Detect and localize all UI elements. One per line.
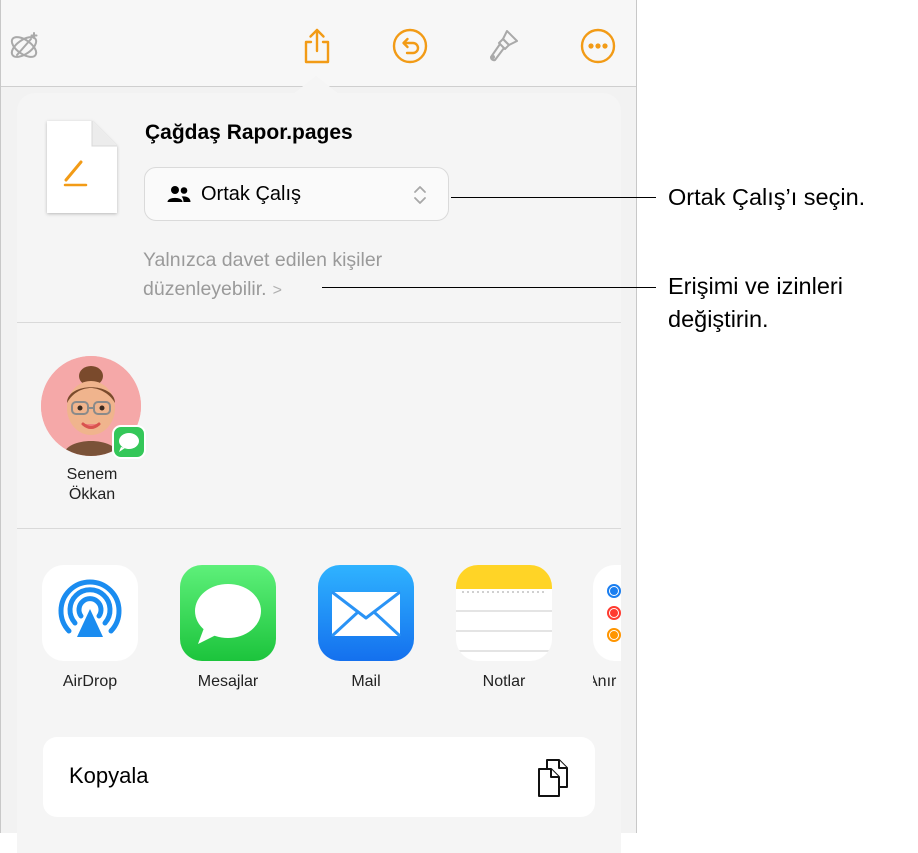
copy-button[interactable]: Kopyala	[43, 737, 595, 817]
contact-name: Senem Ökkan	[40, 465, 144, 505]
popover-arrow	[293, 76, 339, 94]
airdrop-icon	[42, 565, 138, 661]
share-icon[interactable]	[298, 27, 336, 65]
app-reminders[interactable]: Anır	[593, 565, 621, 691]
access-text-line2-wrap: düzenleyebilir. >	[143, 275, 382, 305]
access-text-line1: Yalnızca davet edilen kişiler	[143, 249, 383, 271]
paintbrush-icon[interactable]	[483, 27, 521, 65]
copy-icon	[535, 757, 571, 799]
undo-icon[interactable]	[391, 27, 429, 65]
callout-access-line2: değiştirin.	[668, 306, 769, 332]
notes-icon	[456, 565, 552, 661]
app-label-reminders: Anır	[593, 673, 617, 690]
app-label-mail: Mail	[351, 673, 381, 690]
chevron-right-icon: >	[272, 282, 282, 299]
contact-last-name: Ökkan	[68, 486, 116, 503]
app-airdrop[interactable]: AirDrop	[41, 565, 139, 691]
divider-middle	[17, 528, 621, 529]
more-icon[interactable]	[579, 27, 617, 65]
callout-collaborate-text: Ortak Çalış’ı seçin.	[668, 184, 866, 210]
callout-access-line1: Erişimi ve izinleri	[668, 273, 843, 299]
app-messages[interactable]: Mesajlar	[179, 565, 277, 691]
copy-label: Kopyala	[69, 763, 149, 788]
messages-icon	[112, 425, 146, 459]
app-label-notes: Notlar	[482, 673, 526, 690]
document-title: Çağdaş Rapor.pages	[145, 121, 353, 144]
toolbar	[1, 0, 636, 87]
messages-icon	[180, 565, 276, 661]
app-label-messages: Mesajlar	[197, 673, 259, 690]
chevron-updown-icon	[412, 183, 428, 207]
callout-line-access	[322, 287, 656, 288]
callout-line-collaborate	[451, 197, 656, 198]
reminders-icon	[593, 565, 621, 661]
access-permissions-link[interactable]: Yalnızca davet edilen kişiler düzenleyeb…	[143, 246, 382, 305]
callout-access: Erişimi ve izinleri değiştirin.	[668, 270, 843, 336]
mail-icon	[318, 565, 414, 661]
app-mail[interactable]: Mail	[317, 565, 415, 691]
divider-top	[17, 322, 621, 323]
contact-first-name: Senem	[66, 466, 118, 483]
callout-collaborate: Ortak Çalış’ı seçin.	[668, 181, 865, 214]
app-label-airdrop: AirDrop	[62, 673, 118, 690]
collaboration-select-label: Ortak Çalış	[201, 183, 302, 205]
people-icon	[167, 184, 191, 204]
pages-document-icon	[44, 118, 120, 218]
collaboration-select[interactable]: Ortak Çalış	[144, 167, 449, 221]
app-notes[interactable]: Notlar	[455, 565, 553, 691]
access-text-line2: düzenleyebilir.	[143, 278, 267, 300]
magic-wand-icon[interactable]	[5, 27, 43, 65]
